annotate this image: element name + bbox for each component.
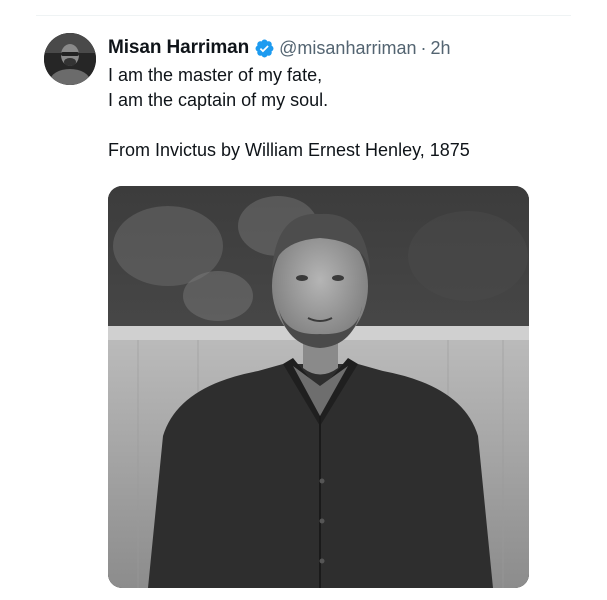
top-divider: [36, 15, 571, 16]
author-avatar[interactable]: [44, 33, 96, 85]
tweet-body: Misan Harriman @misanharriman · 2h I am …: [108, 36, 577, 163]
avatar-photo-icon: [44, 33, 96, 85]
portrait-photo-icon: [108, 186, 529, 588]
author-handle[interactable]: @misanharriman: [279, 38, 416, 59]
separator-dot: ·: [420, 37, 427, 58]
tweet-text-line: I am the master of my fate,: [108, 65, 323, 85]
verified-badge-icon[interactable]: [254, 38, 275, 59]
tweet-text: I am the master of my fate, I am the cap…: [108, 63, 577, 163]
tweet-photo[interactable]: [108, 186, 529, 588]
tweet-text-line: From Invictus by William Ernest Henley, …: [108, 140, 470, 160]
tweet-text-line: I am the captain of my soul.: [108, 90, 329, 110]
author-display-name[interactable]: Misan Harriman: [108, 37, 249, 59]
tweet-header: Misan Harriman @misanharriman · 2h: [108, 36, 577, 60]
tweet-timestamp[interactable]: 2h: [430, 38, 450, 59]
